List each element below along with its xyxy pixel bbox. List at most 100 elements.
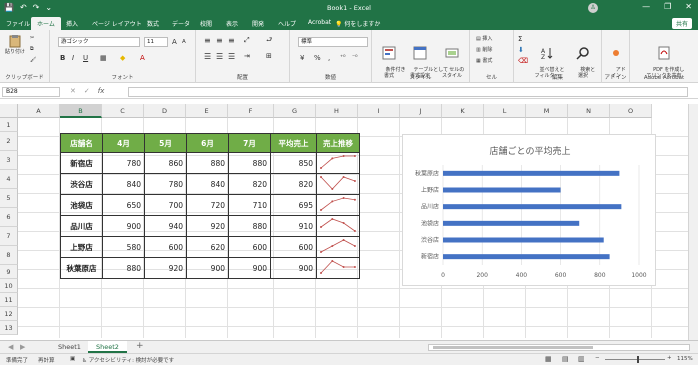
increase-decimal-icon[interactable]: ⁺⁰ xyxy=(340,54,346,61)
comma-style-icon[interactable]: , xyxy=(328,54,330,62)
row-header-7[interactable]: 7 xyxy=(0,227,18,246)
month-value-cell[interactable]: 840 xyxy=(186,173,229,195)
row-header-9[interactable]: 9 xyxy=(0,265,18,279)
month-value-cell[interactable]: 710 xyxy=(228,194,271,216)
month-value-cell[interactable]: 920 xyxy=(186,215,229,237)
align-middle-icon[interactable]: ≡ xyxy=(216,36,223,45)
account-avatar[interactable]: ♙ xyxy=(588,3,598,13)
macro-record-icon[interactable]: ▣ xyxy=(70,356,75,362)
column-heading[interactable]: 平均売上 xyxy=(270,133,317,153)
column-header-n[interactable]: N xyxy=(568,104,610,118)
clear-icon[interactable]: ⌫ xyxy=(518,57,528,65)
store-name-cell[interactable]: 渋谷店 xyxy=(60,173,103,195)
bar[interactable] xyxy=(443,237,604,243)
row-header-13[interactable]: 13 xyxy=(0,321,18,335)
month-value-cell[interactable]: 580 xyxy=(102,236,145,258)
page-break-view-icon[interactable]: ▥ xyxy=(578,355,585,363)
store-name-cell[interactable]: 池袋店 xyxy=(60,194,103,216)
enter-icon[interactable]: ✓ xyxy=(84,87,90,95)
number-format-select[interactable]: 標準 xyxy=(298,37,368,47)
cut-icon[interactable]: ✂ xyxy=(30,35,34,41)
sparkline-cell[interactable] xyxy=(316,194,360,216)
orientation-icon[interactable]: ⤢ xyxy=(244,36,250,45)
tab-page-layout[interactable]: ページ レイアウト xyxy=(92,19,142,28)
average-cell[interactable]: 695 xyxy=(270,194,317,216)
average-cell[interactable]: 910 xyxy=(270,215,317,237)
column-header-f[interactable]: F xyxy=(228,104,274,118)
formula-input[interactable] xyxy=(128,87,688,97)
bar[interactable] xyxy=(443,254,610,260)
align-top-icon[interactable]: ≡ xyxy=(204,36,211,45)
insert-function-icon[interactable]: fx xyxy=(98,87,105,95)
percent-icon[interactable]: % xyxy=(314,54,321,62)
sheet-tab-sheet1[interactable]: Sheet1 xyxy=(50,341,89,353)
month-value-cell[interactable]: 880 xyxy=(102,257,145,279)
month-value-cell[interactable]: 880 xyxy=(228,215,271,237)
column-header-l[interactable]: L xyxy=(484,104,526,118)
grow-font-icon[interactable]: A xyxy=(172,38,177,46)
month-value-cell[interactable]: 900 xyxy=(102,215,145,237)
zoom-slider-thumb[interactable] xyxy=(637,356,639,363)
row-header-8[interactable]: 8 xyxy=(0,246,18,265)
align-left-icon[interactable]: ☰ xyxy=(204,52,211,61)
column-heading[interactable]: 売上推移 xyxy=(316,133,360,153)
column-header-d[interactable]: D xyxy=(144,104,186,118)
sparkline-cell[interactable] xyxy=(316,236,360,258)
column-header-h[interactable]: H xyxy=(316,104,358,118)
sparkline-cell[interactable] xyxy=(316,173,360,195)
month-value-cell[interactable]: 840 xyxy=(102,173,145,195)
row-header-11[interactable]: 11 xyxy=(0,293,18,307)
sparkline-cell[interactable] xyxy=(316,152,360,174)
tab-insert[interactable]: 挿入 xyxy=(66,19,78,28)
month-value-cell[interactable]: 620 xyxy=(186,236,229,258)
column-header-b[interactable]: B xyxy=(60,104,102,118)
insert-cells-button[interactable]: ▤ 挿入 xyxy=(476,35,492,42)
row-header-1[interactable]: 1 xyxy=(0,118,18,132)
copy-icon[interactable]: ⧉ xyxy=(30,46,34,52)
tab-view[interactable]: 表示 xyxy=(226,19,238,28)
vertical-scrollbar[interactable] xyxy=(688,104,698,340)
row-header-10[interactable]: 10 xyxy=(0,279,18,293)
share-button[interactable]: 共有 xyxy=(671,18,692,29)
month-value-cell[interactable]: 780 xyxy=(102,152,145,174)
column-heading[interactable]: 店舗名 xyxy=(60,133,103,153)
autosum-icon[interactable]: Σ xyxy=(518,35,522,43)
row-header-6[interactable]: 6 xyxy=(0,208,18,227)
month-value-cell[interactable]: 650 xyxy=(102,194,145,216)
tab-developer[interactable]: 開発 xyxy=(252,19,264,28)
column-header-e[interactable]: E xyxy=(186,104,228,118)
month-value-cell[interactable]: 900 xyxy=(228,257,271,279)
decrease-decimal-icon[interactable]: ⁻⁰ xyxy=(352,54,358,61)
zoom-in-icon[interactable]: + xyxy=(667,355,672,361)
column-heading[interactable]: 7月 xyxy=(228,133,271,153)
borders-icon[interactable]: ▦ xyxy=(100,54,107,62)
delete-cells-button[interactable]: ▥ 削除 xyxy=(476,46,492,53)
shrink-font-icon[interactable]: A xyxy=(182,39,186,45)
month-value-cell[interactable]: 780 xyxy=(144,173,187,195)
tab-data[interactable]: データ xyxy=(172,19,190,28)
average-cell[interactable]: 850 xyxy=(270,152,317,174)
row-header-4[interactable]: 4 xyxy=(0,170,18,189)
close-button[interactable]: ✕ xyxy=(685,2,692,11)
tab-review[interactable]: 校閲 xyxy=(200,19,212,28)
month-value-cell[interactable]: 720 xyxy=(186,194,229,216)
month-value-cell[interactable]: 920 xyxy=(144,257,187,279)
column-header-k[interactable]: K xyxy=(442,104,484,118)
column-header-a[interactable]: A xyxy=(18,104,60,118)
month-value-cell[interactable]: 880 xyxy=(228,152,271,174)
fill-color-icon[interactable]: ◆ xyxy=(120,54,125,62)
name-box[interactable]: B28 xyxy=(2,87,60,97)
cancel-icon[interactable]: ✕ xyxy=(70,87,76,95)
row-header-3[interactable]: 3 xyxy=(0,151,18,170)
month-value-cell[interactable]: 880 xyxy=(186,152,229,174)
column-heading[interactable]: 5月 xyxy=(144,133,187,153)
average-cell[interactable]: 600 xyxy=(270,236,317,258)
column-header-m[interactable]: M xyxy=(526,104,568,118)
column-heading[interactable]: 4月 xyxy=(102,133,145,153)
underline-button[interactable]: U xyxy=(83,54,88,62)
column-header-j[interactable]: J xyxy=(400,104,442,118)
average-cell[interactable]: 820 xyxy=(270,173,317,195)
month-value-cell[interactable]: 600 xyxy=(228,236,271,258)
month-value-cell[interactable]: 600 xyxy=(144,236,187,258)
normal-view-icon[interactable]: ▦ xyxy=(545,355,552,363)
